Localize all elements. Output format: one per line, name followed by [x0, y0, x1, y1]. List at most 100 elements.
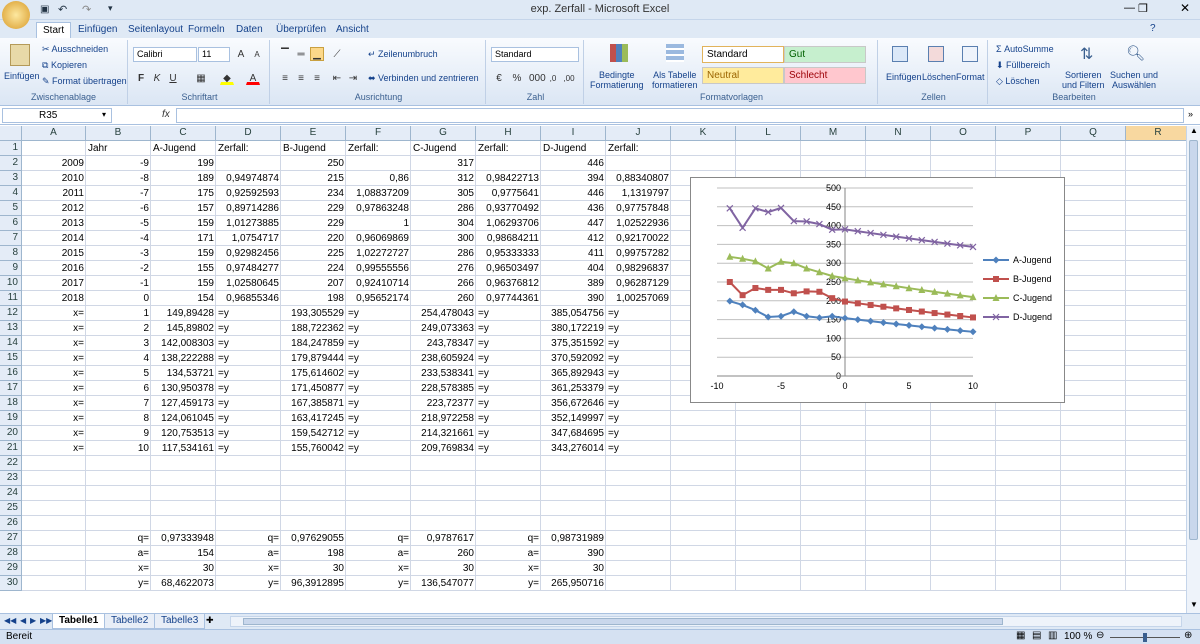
row-header[interactable]: 26 [0, 516, 22, 531]
cell[interactable]: y= [346, 576, 411, 591]
cell[interactable]: 0,97744361 [476, 291, 541, 306]
cell[interactable]: 167,385871 [281, 396, 346, 411]
cell[interactable]: 2 [86, 321, 151, 336]
cell[interactable]: =y [476, 411, 541, 426]
cell[interactable]: =y [606, 306, 671, 321]
cell[interactable]: 229 [281, 216, 346, 231]
grow-font-button[interactable]: A [234, 47, 248, 61]
cell[interactable]: =y [346, 396, 411, 411]
column-header-h[interactable]: H [476, 126, 541, 141]
cell[interactable]: 347,684695 [541, 426, 606, 441]
cell[interactable]: 412 [541, 231, 606, 246]
row-header[interactable]: 27 [0, 531, 22, 546]
cell[interactable]: -3 [86, 246, 151, 261]
cell[interactable]: q= [216, 531, 281, 546]
cell[interactable]: 2017 [22, 276, 86, 291]
cell[interactable]: 0,97484277 [216, 261, 281, 276]
cell[interactable]: 304 [411, 216, 476, 231]
cell[interactable]: q= [476, 531, 541, 546]
cell[interactable]: =y [476, 366, 541, 381]
column-header-g[interactable]: G [411, 126, 476, 141]
cell[interactable]: =y [346, 336, 411, 351]
cell[interactable]: 142,008303 [151, 336, 216, 351]
zoom-in-icon[interactable]: ⊕ [1184, 630, 1192, 641]
cell[interactable]: =y [346, 381, 411, 396]
cell[interactable]: 365,892943 [541, 366, 606, 381]
column-header-l[interactable]: L [736, 126, 801, 141]
cell[interactable]: 411 [541, 246, 606, 261]
cell[interactable]: 390 [541, 291, 606, 306]
cell[interactable]: A-Jugend [151, 141, 216, 156]
cell[interactable]: 30 [411, 561, 476, 576]
cell[interactable]: 9 [86, 426, 151, 441]
cell[interactable]: Zerfall: [606, 141, 671, 156]
cell[interactable]: 134,53721 [151, 366, 216, 381]
cell[interactable]: -7 [86, 186, 151, 201]
row-header[interactable]: 20 [0, 426, 22, 441]
cell[interactable]: y= [86, 576, 151, 591]
cell[interactable]: 0,98296837 [606, 261, 671, 276]
cell[interactable]: 0,96376812 [476, 276, 541, 291]
column-header-i[interactable]: I [541, 126, 606, 141]
cell[interactable]: 198 [281, 291, 346, 306]
border-icon[interactable]: ▦ [194, 71, 208, 85]
cell[interactable]: =y [606, 426, 671, 441]
cell[interactable]: -5 [86, 216, 151, 231]
row-header[interactable]: 9 [0, 261, 22, 276]
align-bottom-icon[interactable]: ▁ [310, 47, 324, 61]
font-name-select[interactable]: Calibri [133, 47, 197, 62]
copy-button[interactable]: ⧉ Kopieren [42, 60, 87, 71]
expand-formula-icon[interactable]: » [1188, 109, 1193, 119]
cell[interactable]: 2013 [22, 216, 86, 231]
align-center-icon[interactable]: ≡ [294, 71, 308, 85]
shrink-font-button[interactable]: A [250, 47, 264, 61]
prev-sheet-icon[interactable]: ◀ [20, 616, 26, 625]
cell[interactable]: 1,02580645 [216, 276, 281, 291]
cell[interactable]: 159,542712 [281, 426, 346, 441]
cell[interactable]: 0,95333333 [476, 246, 541, 261]
cell[interactable]: y= [476, 576, 541, 591]
cell[interactable]: Zerfall: [346, 141, 411, 156]
cell[interactable]: q= [86, 531, 151, 546]
cell[interactable]: 2014 [22, 231, 86, 246]
wrap-text-button[interactable]: ↵ Zeilenumbruch [368, 49, 438, 60]
row-header[interactable]: 25 [0, 501, 22, 516]
cell[interactable]: 159 [151, 246, 216, 261]
cell[interactable]: 229 [281, 201, 346, 216]
cell[interactable]: 1,06293706 [476, 216, 541, 231]
number-format-select[interactable]: Standard [491, 47, 579, 62]
cell[interactable]: 361,253379 [541, 381, 606, 396]
cell[interactable]: 0,95652174 [346, 291, 411, 306]
row-header[interactable]: 16 [0, 366, 22, 381]
row-header[interactable]: 18 [0, 396, 22, 411]
column-header-b[interactable]: B [86, 126, 151, 141]
tab-ueberpruefen[interactable]: Überprüfen [270, 22, 332, 38]
tab-start[interactable]: Start [36, 22, 72, 38]
increase-indent-icon[interactable]: ⇥ [346, 71, 360, 85]
cell[interactable]: 0,97757848 [606, 201, 671, 216]
cell[interactable]: 0,97333948 [151, 531, 216, 546]
cell[interactable]: 375,351592 [541, 336, 606, 351]
cell[interactable]: 436 [541, 201, 606, 216]
page-break-icon[interactable]: ▥ [1048, 630, 1057, 641]
row-header[interactable]: 13 [0, 321, 22, 336]
cell[interactable]: 155,760042 [281, 441, 346, 456]
zoom-level[interactable]: 100 % [1064, 631, 1092, 642]
cell[interactable]: =y [606, 366, 671, 381]
cell[interactable]: 1,01273885 [216, 216, 281, 231]
cell[interactable]: 0,97629055 [281, 531, 346, 546]
cell[interactable]: 0,9787617 [411, 531, 476, 546]
paste-icon[interactable] [10, 44, 30, 66]
autosum-button[interactable]: Σ AutoSumme [996, 44, 1054, 54]
cell[interactable]: C-Jugend [411, 141, 476, 156]
minimize-icon[interactable]: — [1124, 2, 1135, 14]
cell[interactable]: 1,00257069 [606, 291, 671, 306]
cell[interactable]: 30 [151, 561, 216, 576]
cell[interactable]: 189 [151, 171, 216, 186]
column-header-e[interactable]: E [281, 126, 346, 141]
cell[interactable]: 0,99757282 [606, 246, 671, 261]
cell[interactable]: 0,92592593 [216, 186, 281, 201]
cell[interactable]: 249,073363 [411, 321, 476, 336]
sheet-tab-tabelle1[interactable]: Tabelle1 [52, 614, 106, 629]
cell[interactable]: 0,96069869 [346, 231, 411, 246]
